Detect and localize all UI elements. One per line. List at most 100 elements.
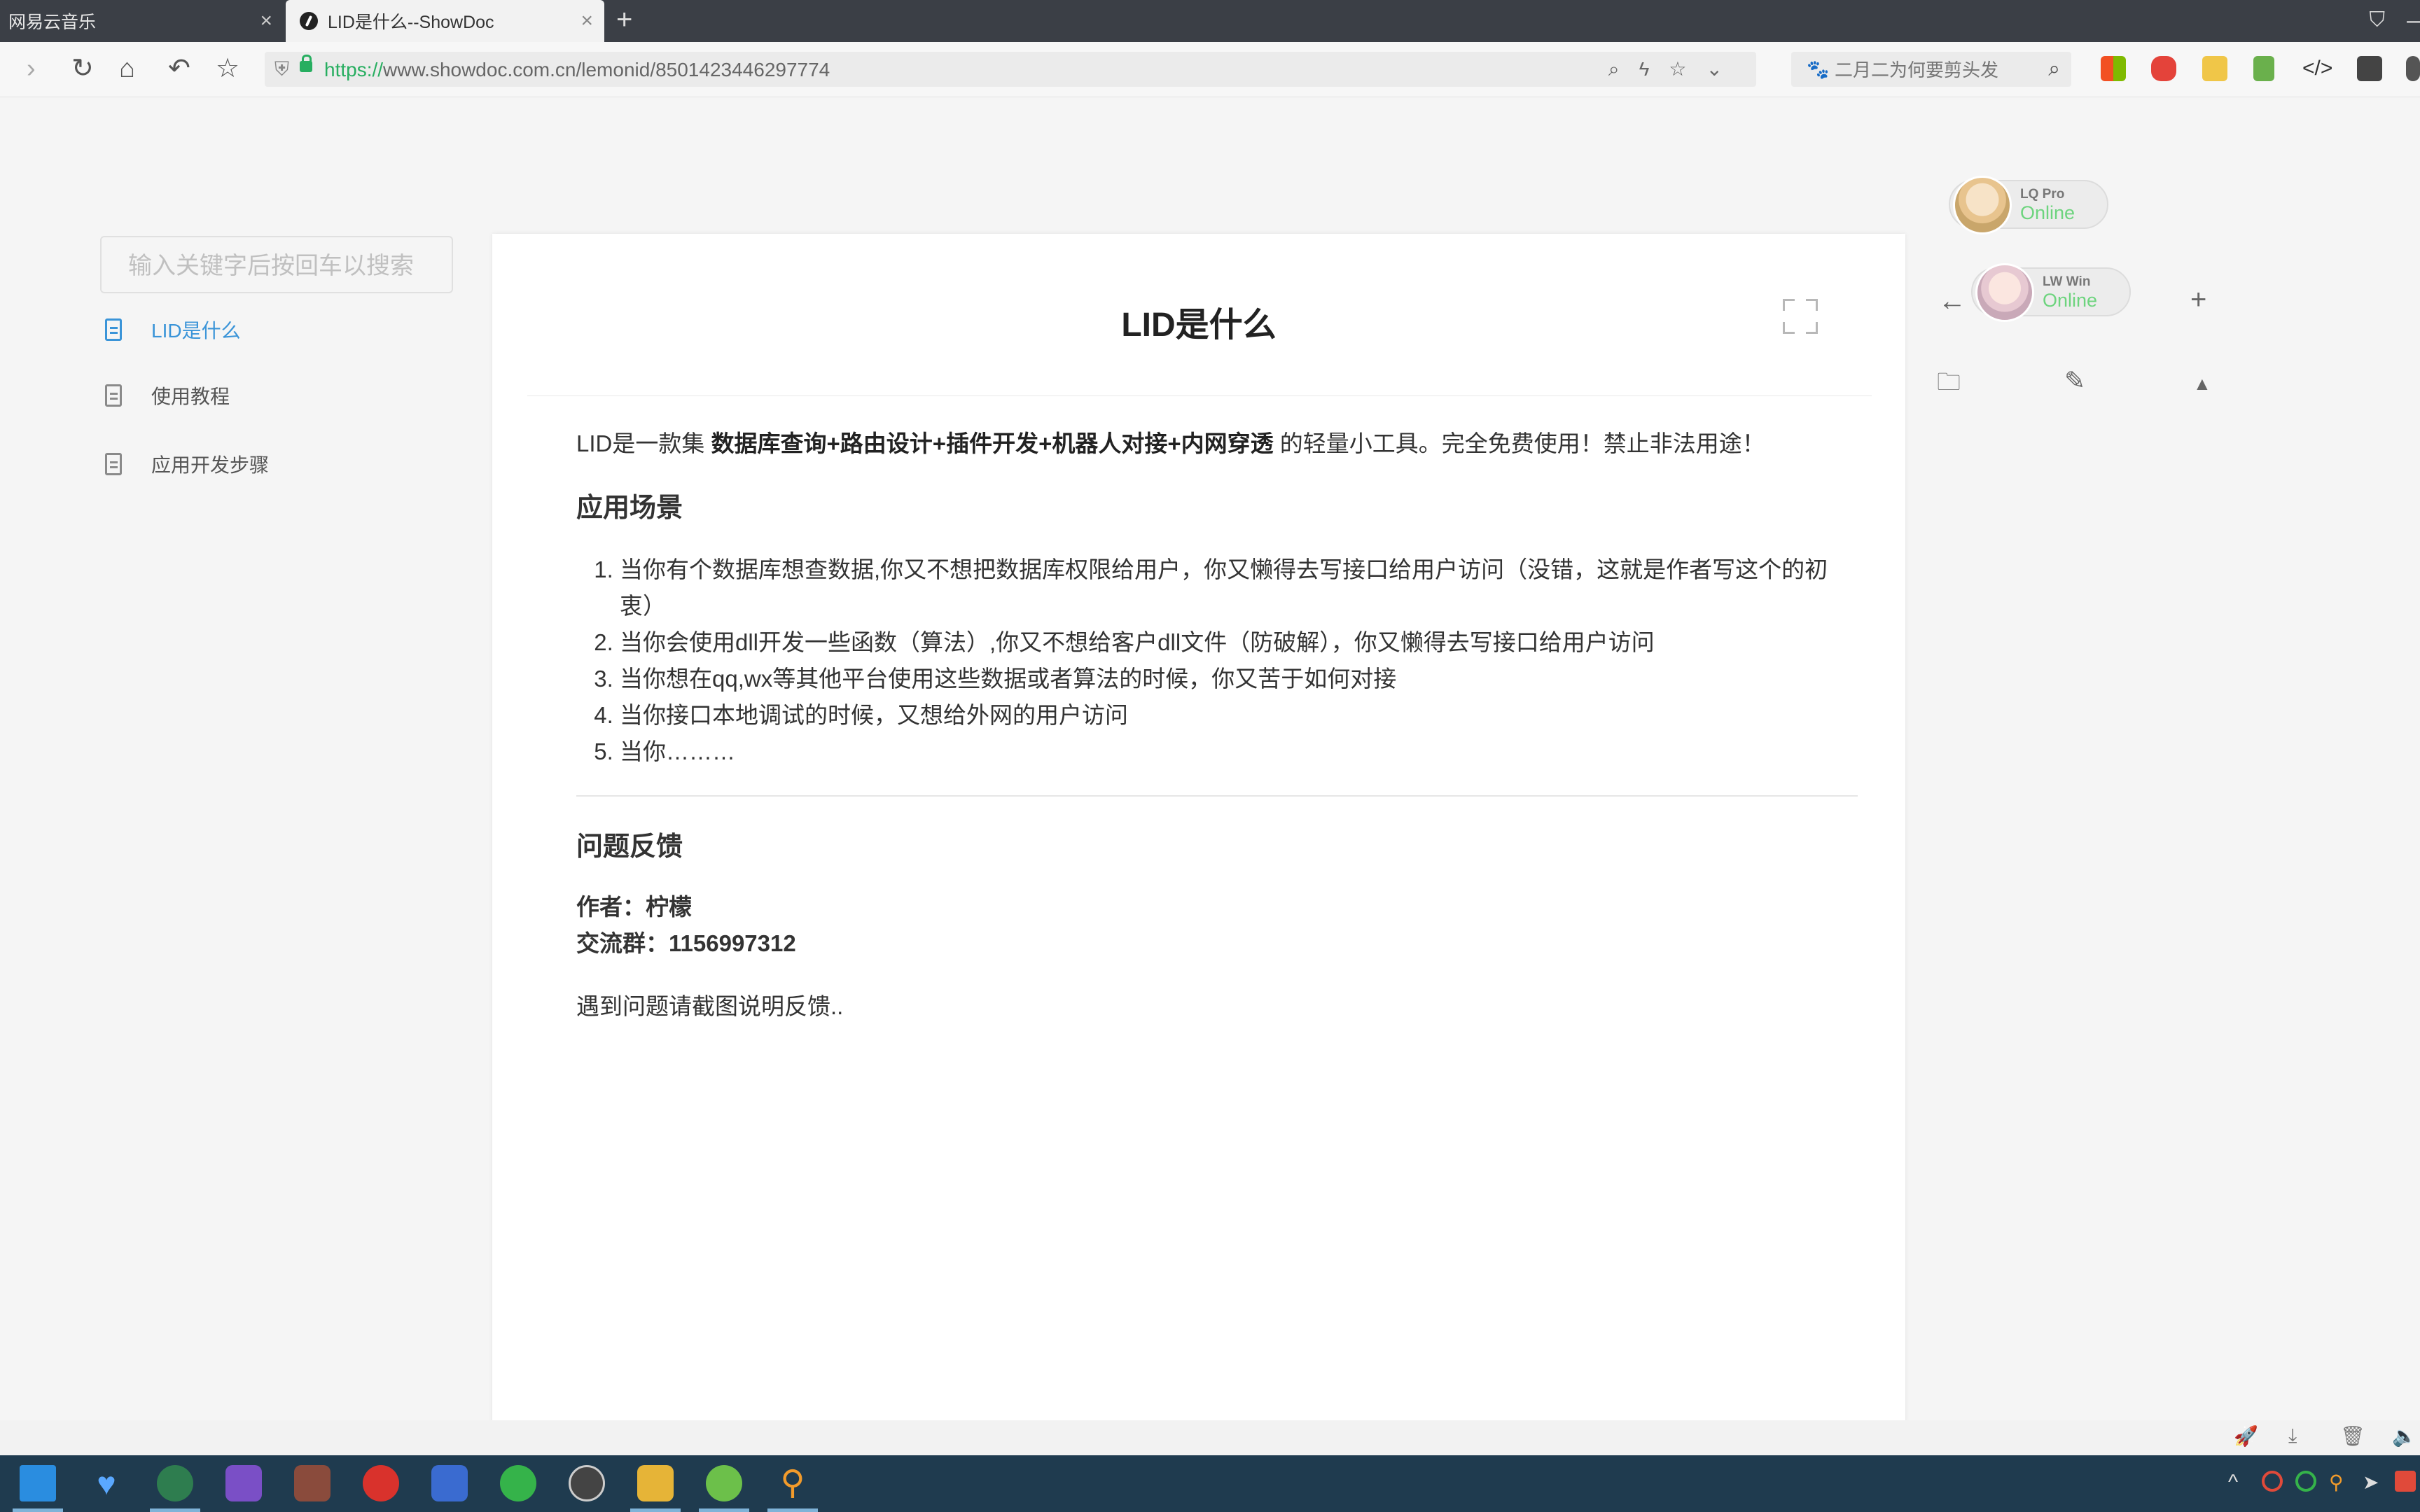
search-input[interactable]: [1833, 57, 2039, 83]
sidebar-item-app-dev-steps[interactable]: 应用开发步骤: [105, 443, 269, 485]
document-icon: [105, 384, 122, 407]
sidebar-item-label: 使用教程: [151, 386, 230, 407]
bookmark-extension-icon[interactable]: [2253, 56, 2274, 81]
avatar: [1953, 176, 2012, 234]
address-tools: ⌕ϟ☆⌄: [1608, 57, 1742, 81]
active-app-indicator: [630, 1508, 681, 1512]
code-extension-icon[interactable]: </>: [2302, 56, 2332, 81]
download-icon[interactable]: ⤓: [2288, 1424, 2297, 1448]
user-status: Online: [2043, 290, 2098, 311]
feedback-note: 遇到问题请截图说明反馈..: [576, 993, 844, 1019]
file-explorer-icon[interactable]: [637, 1465, 674, 1502]
list-item: 当你有个数据库想查数据,你又不想把数据库权限给用户，你又懒得去写接口给用户访问（…: [620, 552, 1858, 624]
game-extension-icon[interactable]: [2151, 56, 2176, 81]
list-item: 当你想在qq,wx等其他平台使用这些数据或者算法的时候，你又苦于如何对接: [620, 661, 1858, 697]
search-app-icon[interactable]: ⚲: [774, 1465, 811, 1502]
tray-app-icon[interactable]: [2295, 1471, 2316, 1492]
caret-up-icon[interactable]: ▲: [2193, 370, 2211, 398]
close-icon[interactable]: ×: [260, 9, 272, 33]
skin-icon[interactable]: ⛉: [2370, 8, 2386, 32]
search-icon[interactable]: ⌕: [2048, 57, 2060, 81]
refresh-icon[interactable]: ↻: [71, 55, 94, 83]
list-item: 当你………: [620, 734, 1858, 770]
user-name: LW Win: [2043, 274, 2091, 289]
url-path: www.showdoc.com.cn/lemonid/8501423446297…: [383, 59, 830, 80]
sidebar-item-tutorial[interactable]: 使用教程: [105, 374, 230, 416]
sidebar-search-input[interactable]: [127, 251, 424, 281]
browser-nav-bar: › ↻ ⌂ ↶ ☆ ⛨ https://www.showdoc.com.cn/l…: [0, 42, 2420, 97]
recorder-app-icon[interactable]: [569, 1465, 605, 1502]
accelerate-icon[interactable]: 🚀: [2234, 1424, 2258, 1448]
wechat-icon[interactable]: [500, 1465, 536, 1502]
search-box[interactable]: 🐾 ⌕: [1791, 52, 2071, 87]
address-bar[interactable]: ⛨ https://www.showdoc.com.cn/lemonid/850…: [265, 52, 1756, 87]
close-icon[interactable]: ×: [580, 9, 593, 33]
url-text[interactable]: https://www.showdoc.com.cn/lemonid/85014…: [324, 59, 830, 81]
netease-music-icon[interactable]: [363, 1465, 399, 1502]
os-taskbar: ♥ ⚲ ^ ⚲ ➤: [0, 1455, 2420, 1512]
tray-send-icon[interactable]: ➤: [2363, 1471, 2384, 1493]
intro-bold: 数据库查询+路由设计+插件开发+机器人对接+内网穿透: [711, 430, 1274, 456]
star-icon[interactable]: ☆: [216, 55, 239, 83]
tab-showdoc[interactable]: LID是什么--ShowDoc ×: [286, 0, 604, 42]
sidebar-search[interactable]: [100, 236, 453, 293]
section-divider: [576, 795, 1858, 797]
more-extension-icon[interactable]: [2406, 56, 2420, 81]
document-content: LID是一款集 数据库查询+路由设计+插件开发+机器人对接+内网穿透 的轻量小工…: [576, 423, 1858, 1025]
character-app-icon[interactable]: [294, 1465, 331, 1502]
intro-suffix: 的轻量小工具。完全免费使用！禁止非法用途！: [1273, 430, 1765, 456]
list-item: 当你会使用dll开发一些函数（算法）,你又不想给客户dll文件（防破解），你又懒…: [620, 624, 1858, 661]
terminal-extension-icon[interactable]: [2357, 56, 2382, 81]
intro-paragraph: LID是一款集 数据库查询+路由设计+插件开发+机器人对接+内网穿透 的轻量小工…: [576, 426, 1858, 462]
zoom-icon[interactable]: ⌕: [1608, 58, 1639, 80]
document-icon: [105, 453, 122, 475]
sidebar-item-lid-what[interactable]: LID是什么: [105, 309, 241, 351]
tab-title: 网易云音乐: [8, 13, 97, 32]
section-heading-feedback: 问题反馈: [576, 832, 683, 862]
window-control-icon[interactable]: –: [2407, 7, 2420, 34]
visual-studio-icon[interactable]: [225, 1465, 262, 1502]
edit-icon[interactable]: ✎: [2064, 367, 2085, 395]
active-app-indicator: [13, 1508, 63, 1512]
notes-extension-icon[interactable]: [2202, 56, 2227, 81]
undo-icon[interactable]: ↶: [168, 55, 190, 83]
desktop-app-icon[interactable]: [20, 1465, 56, 1502]
lock-icon: [300, 55, 312, 72]
scenario-list: 当你有个数据库想查数据,你又不想把数据库权限给用户，你又懒得去写接口给用户访问（…: [576, 552, 1858, 770]
shield-icon[interactable]: ⛨: [274, 58, 289, 81]
tab-title: LID是什么--ShowDoc: [328, 13, 494, 32]
tray-app-icon[interactable]: [2395, 1471, 2416, 1492]
plus-icon[interactable]: +: [2190, 286, 2206, 314]
tray-app-icon[interactable]: [2262, 1471, 2283, 1492]
arrow-left-icon[interactable]: ←: [1938, 287, 1966, 315]
group-line: 交流群：1156997312: [576, 930, 796, 956]
windows-extension-icon[interactable]: [2101, 56, 2126, 81]
user-name: LQ Pro: [2020, 187, 2065, 202]
folder-icon[interactable]: 🗀: [1937, 368, 1961, 396]
forward-icon[interactable]: ›: [27, 55, 36, 83]
volume-icon[interactable]: 🔈: [2392, 1424, 2416, 1448]
heart-app-icon[interactable]: ♥: [88, 1465, 125, 1502]
tab-netease-music[interactable]: 网易云音乐 ×: [0, 0, 284, 42]
trash-icon[interactable]: 🗑: [2340, 1424, 2365, 1448]
user-status-lq-pro[interactable]: LQ Pro Online: [1949, 176, 2108, 234]
avatar: [1975, 263, 2034, 322]
tray-expand-icon[interactable]: ^: [2228, 1471, 2249, 1494]
fullscreen-icon[interactable]: [1783, 299, 1818, 334]
chrome-like-app-icon[interactable]: [706, 1465, 742, 1502]
active-app-indicator: [150, 1508, 200, 1512]
lightning-icon[interactable]: ϟ: [1639, 58, 1669, 80]
page-title: LID是什么: [1121, 307, 1277, 344]
dropdown-icon[interactable]: ⌄: [1706, 58, 1742, 80]
home-icon[interactable]: ⌂: [119, 55, 135, 83]
browser-app-icon[interactable]: [431, 1465, 468, 1502]
new-tab-icon[interactable]: +: [616, 4, 632, 36]
user-status-lw-win[interactable]: LW Win Online: [1971, 263, 2131, 322]
network-app-icon[interactable]: [157, 1465, 193, 1502]
active-app-indicator: [699, 1508, 749, 1512]
favorite-icon[interactable]: ☆: [1669, 58, 1706, 80]
user-status: Online: [2020, 202, 2075, 223]
active-app-indicator: [767, 1508, 818, 1512]
showdoc-favicon-icon: [300, 12, 318, 30]
tray-search-icon[interactable]: ⚲: [2329, 1471, 2350, 1493]
